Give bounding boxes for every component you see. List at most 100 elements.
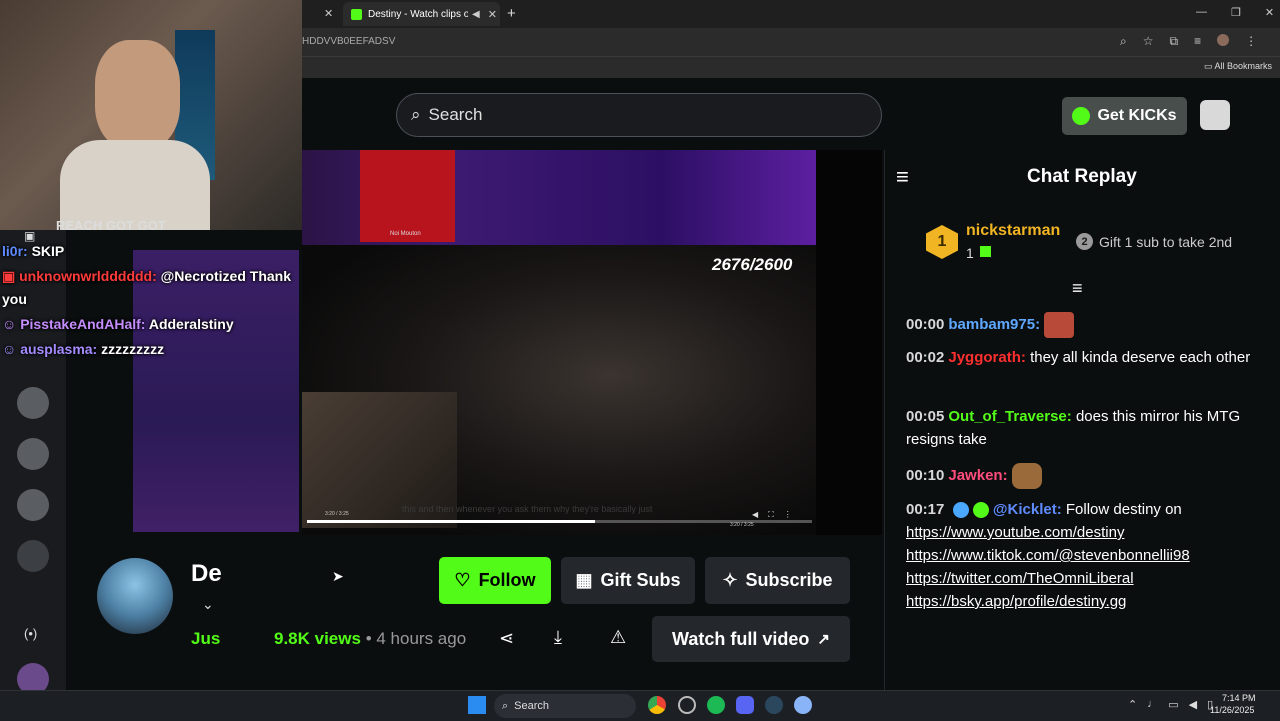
chat-link[interactable]: https://bsky.app/profile/destiny.gg xyxy=(906,590,1266,613)
gift-subs-label: Gift Subs xyxy=(600,570,681,590)
overlay-chat-text: SKIP xyxy=(31,243,65,259)
spotify-icon[interactable] xyxy=(707,696,725,714)
overlay-label: Noi Mouton xyxy=(390,231,421,237)
gift-icon xyxy=(980,246,991,257)
overlay-chat-text: @Necrotized Thank xyxy=(160,268,291,284)
all-bookmarks-link[interactable]: ▭ All Bookmarks xyxy=(1204,61,1272,72)
santa-emote-image: Noi Mouton xyxy=(360,150,455,242)
heart-icon: ♡ xyxy=(454,570,471,590)
watch-full-label: Watch full video xyxy=(672,628,810,649)
inner-time: 3:20 / 3:25 xyxy=(325,511,349,517)
broadcast-icon[interactable]: (•) xyxy=(24,626,37,641)
menu-icon[interactable]: ⋮ xyxy=(1245,34,1257,49)
streamer-webcam xyxy=(0,0,302,230)
message-user[interactable]: Jawken: xyxy=(948,467,1007,484)
close-tab-icon[interactable]: ✕ xyxy=(488,8,497,21)
chevron-down-icon[interactable]: ⌄ xyxy=(202,596,214,613)
search-icon: ⌕ xyxy=(502,699,509,712)
taskbar-date[interactable]: 11/26/2025 xyxy=(1210,705,1254,715)
chrome-icon[interactable] xyxy=(648,696,666,714)
inner-controls: ◀ ⛶ ⋮ xyxy=(752,510,792,520)
message-text: they all kinda deserve each other xyxy=(1030,349,1251,366)
sidebar-channel-avatar[interactable] xyxy=(17,489,49,521)
search-input[interactable]: ⌕ Search xyxy=(396,93,882,137)
chat-link[interactable]: https://www.tiktok.com/@stevenbonnellii9… xyxy=(906,544,1266,567)
zoom-icon[interactable]: ⌕ xyxy=(1120,34,1127,49)
overlay-chat-text: zzzzzzzzz xyxy=(101,341,165,357)
channel-subtitle[interactable]: Jus xyxy=(191,629,220,649)
new-tab-icon[interactable]: + xyxy=(507,5,516,22)
message-user[interactable]: bambam975: xyxy=(948,316,1040,333)
message-time: 00:05 xyxy=(906,408,945,425)
stats-separator: • xyxy=(365,629,372,648)
bear-emote-icon xyxy=(1011,463,1042,489)
subscribe-button[interactable]: ✧ Subscribe xyxy=(705,557,850,604)
watch-full-video-button[interactable]: Watch full video ↗ xyxy=(652,616,850,662)
chevron-up-icon[interactable]: ⌃ xyxy=(1128,698,1137,711)
address-bar[interactable]: HDDVVB0EEFADSV ⌕ ☆ ⧉ ≡ ⋮ xyxy=(302,28,1280,56)
volume-icon[interactable]: ◀ xyxy=(1189,698,1197,711)
tab-active[interactable]: Destiny - Watch clips on Ki ◀ ✕ xyxy=(343,2,500,26)
folder-icon: ▭ xyxy=(1204,61,1213,71)
chat-message: 00:05 Out_of_Traverse: does this mirror h… xyxy=(906,405,1266,451)
channel-name[interactable]: De xyxy=(191,560,222,588)
settings-icon[interactable] xyxy=(794,696,812,714)
close-tab-icon[interactable]: ✕ xyxy=(324,7,333,20)
rank-2-number: 2 xyxy=(1081,235,1088,248)
emote-icon xyxy=(1044,312,1075,338)
steam-icon[interactable] xyxy=(765,696,783,714)
collapse-chat-icon[interactable]: ≡ xyxy=(896,164,909,190)
message-text: Follow destiny on xyxy=(1065,501,1182,518)
volume-icon[interactable]: ◀ xyxy=(752,510,758,520)
close-window-icon[interactable]: ✕ xyxy=(1265,6,1274,19)
kick-favicon-icon xyxy=(351,8,362,20)
channel-avatar[interactable] xyxy=(97,558,173,634)
start-icon[interactable] xyxy=(468,696,486,714)
overlay-chat-line: li0r: SKIP xyxy=(2,243,64,259)
network-icon[interactable]: ▭ xyxy=(1168,698,1178,711)
message-user[interactable]: @Kicklet: xyxy=(993,501,1062,518)
share-icon[interactable]: ⋖ xyxy=(499,628,514,649)
star-icon[interactable]: ☆ xyxy=(1143,34,1154,49)
discord-icon[interactable] xyxy=(736,696,754,714)
mic-icon[interactable]: ♩ xyxy=(1147,698,1158,711)
taskbar-time[interactable]: 7:14 PM xyxy=(1222,693,1256,703)
chat-link[interactable]: https://twitter.com/TheOmniLiberal xyxy=(906,567,1266,590)
chat-message: 00:17 @Kicklet: Follow destiny on https:… xyxy=(906,498,1266,613)
app-icon[interactable] xyxy=(678,696,696,714)
sidebar-channel-avatar[interactable] xyxy=(17,387,49,419)
chat-link[interactable]: https://www.youtube.com/destiny xyxy=(906,521,1266,544)
all-bookmarks-label: All Bookmarks xyxy=(1214,61,1273,71)
message-time: 00:17 xyxy=(906,501,945,518)
fullscreen-icon[interactable]: ⛶ xyxy=(768,510,774,520)
system-tray: ⌃ ♩ ▭ ◀ ▯ xyxy=(1128,698,1213,711)
get-kicks-button[interactable]: Get KICKs xyxy=(1062,97,1187,135)
overlay-chat-badge-icon: ▣ xyxy=(2,268,16,284)
mouse-cursor-icon: ➤ xyxy=(332,568,344,584)
windows-taskbar: ⌕ Search ⌃ ♩ ▭ ◀ ▯ 7:14 PM 11/26/2025 xyxy=(0,690,1280,721)
extensions-icon[interactable]: ⧉ xyxy=(1170,34,1179,49)
message-user[interactable]: Out_of_Traverse: xyxy=(948,408,1071,425)
message-time: 00:00 xyxy=(906,315,945,333)
minimize-icon[interactable]: — xyxy=(1196,6,1207,19)
taskbar-search-label: Search xyxy=(514,700,550,712)
message-user[interactable]: Jyggorath: xyxy=(948,349,1026,366)
more-icon[interactable]: ⋮ xyxy=(784,510,792,520)
sidebar-channel-avatar[interactable] xyxy=(17,438,49,470)
user-avatar[interactable] xyxy=(1200,100,1230,130)
taskbar-search[interactable]: ⌕ Search xyxy=(494,694,636,718)
media-icon[interactable]: ≡ xyxy=(1194,34,1201,49)
bot-badge-icon xyxy=(952,502,969,519)
follow-button[interactable]: ♡ Follow xyxy=(439,557,551,604)
top-gifter-name[interactable]: nickstarman xyxy=(966,222,1060,240)
profile-icon[interactable] xyxy=(1217,34,1230,46)
sidebar-channel-avatar[interactable] xyxy=(17,540,49,572)
chat-message: 00:02 Jyggorath: they all kinda deserve e… xyxy=(906,346,1266,369)
pinned-collapse-icon[interactable]: ≡ xyxy=(1072,278,1083,299)
gift-subs-button[interactable]: ▦ Gift Subs xyxy=(561,557,695,604)
download-icon[interactable]: ⤓ xyxy=(554,627,562,648)
kick-coin-icon xyxy=(1072,107,1091,125)
speaker-icon[interactable]: ◀ xyxy=(472,9,480,20)
report-icon[interactable]: ⚠ xyxy=(610,627,626,648)
maximize-icon[interactable]: ❐ xyxy=(1231,6,1241,19)
